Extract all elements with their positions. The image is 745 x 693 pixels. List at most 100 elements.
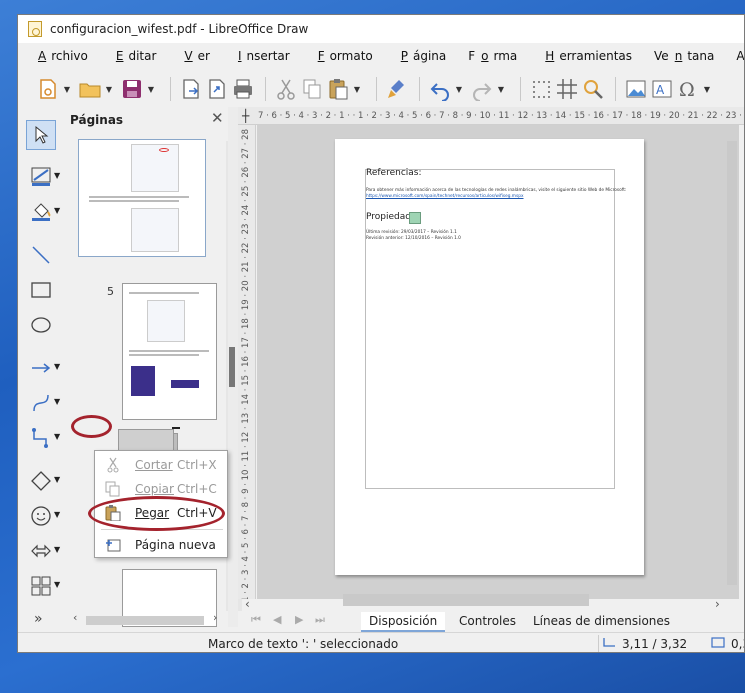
selection-status: Marco de texto ': ' seleccionado — [208, 637, 399, 651]
fill-color-dropdown-arrow[interactable]: ▼ — [54, 206, 60, 215]
next-tab-icon[interactable]: ▶ — [295, 613, 303, 626]
drawing-toolbar: ▼ ▼ ▼ ▼ ▼ ▼ ▼ ▼ ▼ » — [18, 107, 68, 637]
paste-icon[interactable] — [326, 77, 350, 101]
chevron-right-icon[interactable]: › — [213, 611, 217, 624]
connectors-dropdown-arrow[interactable]: ▼ — [54, 432, 60, 441]
close-icon[interactable]: ✕ — [211, 109, 224, 127]
menu-bar: Archivo Editar Ver Insertar Formato Pági… — [18, 45, 744, 67]
zoom-icon[interactable] — [581, 77, 605, 101]
block-arrows-dropdown-arrow[interactable]: ▼ — [54, 545, 60, 554]
basic-shapes-dropdown-arrow[interactable]: ▼ — [54, 475, 60, 484]
panel-splitter[interactable] — [228, 107, 238, 627]
undo-icon[interactable] — [428, 77, 452, 102]
special-character-icon[interactable]: Ω — [676, 77, 700, 101]
arrow-lines-dropdown-arrow[interactable]: ▼ — [54, 362, 60, 371]
scrollbar-thumb[interactable] — [343, 594, 589, 606]
save-dropdown-arrow[interactable]: ▼ — [146, 85, 156, 94]
menu-ventana[interactable]: Ve n tana — [649, 49, 720, 63]
line-tool-icon[interactable] — [26, 240, 56, 270]
helplines-icon[interactable] — [555, 77, 579, 101]
horizontal-ruler: ┼ 7 · 6 · 5 · 4 · 3 · 2 · 1 · · 1 · 2 · … — [238, 107, 745, 125]
grid-display-icon[interactable] — [529, 77, 553, 101]
menu-ver[interactable]: Ver — [173, 49, 216, 63]
object-size: 0,3 — [731, 637, 744, 651]
reference-link[interactable]: https://www.microsoft.com/spain/technet/… — [366, 194, 524, 199]
connectors-icon[interactable] — [26, 423, 56, 453]
special-character-dropdown-arrow[interactable]: ▼ — [702, 85, 712, 94]
scrollbar-thumb[interactable] — [86, 616, 204, 625]
menu-item-new-page[interactable]: Página nueva — [95, 533, 229, 557]
expand-toolbar-icon[interactable]: » — [34, 611, 43, 627]
menu-label: Copiar — [135, 482, 174, 496]
ellipse-tool-icon[interactable] — [26, 310, 56, 340]
new-page-icon — [106, 539, 121, 552]
size-icon — [711, 637, 725, 648]
menu-label: Página nueva — [135, 538, 216, 552]
new-document-icon[interactable] — [36, 77, 60, 101]
pages-horizontal-scrollbar[interactable]: ‹ › — [68, 611, 224, 627]
insert-image-icon[interactable] — [624, 77, 648, 101]
standard-toolbar: ▼ ▼ ▼ ▼ ▼ ▼ A Ω ▼ — [18, 71, 744, 107]
menu-archivo[interactable]: Archivo — [27, 49, 94, 63]
page-thumbnail-5[interactable] — [122, 283, 217, 420]
flowchart-dropdown-arrow[interactable]: ▼ — [54, 580, 60, 589]
open-folder-icon[interactable] — [78, 77, 102, 101]
curves-icon[interactable] — [26, 388, 56, 418]
flowchart-icon[interactable] — [26, 571, 56, 601]
page-thumbnail-4[interactable] — [78, 139, 206, 257]
last-tab-icon[interactable]: ⏭ — [315, 613, 325, 627]
menu-item-cut[interactable]: Cortar Ctrl+X — [95, 453, 229, 477]
window-title: configuracion_wifest.pdf - LibreOffice D… — [50, 22, 309, 36]
canvas-vertical-scrollbar[interactable] — [725, 135, 739, 591]
menu-herramientas[interactable]: Herramientas — [534, 49, 638, 63]
chevron-left-icon[interactable]: ‹ — [73, 611, 77, 624]
tab-lineas-de-dimensiones[interactable]: Líneas de dimensiones — [525, 612, 678, 630]
line-color-icon[interactable] — [26, 162, 56, 192]
menu-formato[interactable]: Formato — [307, 49, 379, 63]
export-icon[interactable] — [179, 77, 203, 101]
menu-ayuda[interactable]: Ayuda — [731, 49, 744, 63]
drawing-canvas[interactable]: Referencias: Para obtener más informació… — [257, 125, 739, 599]
scrollbar-thumb[interactable] — [727, 141, 737, 585]
basic-shapes-icon[interactable] — [26, 466, 56, 496]
splitter-grip[interactable] — [229, 347, 235, 387]
thumbnail-text-line — [89, 200, 179, 202]
copy-icon[interactable] — [300, 77, 324, 101]
selected-object-marker[interactable] — [409, 212, 421, 224]
print-icon[interactable] — [231, 77, 255, 101]
save-icon[interactable] — [120, 77, 144, 101]
menu-insertar[interactable]: Insertar — [227, 49, 296, 63]
menu-pagina[interactable]: Página — [390, 49, 453, 63]
tab-disposicion[interactable]: Disposición — [361, 612, 446, 632]
select-tool-icon[interactable] — [26, 120, 56, 150]
clone-formatting-icon[interactable] — [385, 77, 409, 101]
horizontal-ruler-scale: 7 · 6 · 5 · 4 · 3 · 2 · 1 · · 1 · 2 · 3 … — [258, 111, 745, 121]
cursor-position: 3,11 / 3,32 — [622, 637, 688, 651]
new-dropdown-arrow[interactable]: ▼ — [62, 85, 72, 94]
menu-forma[interactable]: Fo rma — [463, 49, 523, 63]
drag-cursor-marker — [172, 427, 180, 429]
text-frame[interactable]: Referencias: Para obtener más informació… — [365, 168, 626, 489]
redo-dropdown-arrow[interactable]: ▼ — [496, 85, 506, 94]
block-arrows-icon[interactable] — [26, 536, 56, 566]
prev-tab-icon[interactable]: ◀ — [273, 613, 281, 626]
line-color-dropdown-arrow[interactable]: ▼ — [54, 171, 60, 180]
symbol-shapes-icon[interactable] — [26, 501, 56, 531]
undo-dropdown-arrow[interactable]: ▼ — [454, 85, 464, 94]
cut-icon[interactable] — [274, 77, 298, 101]
menu-editar[interactable]: Editar — [105, 49, 163, 63]
insert-textbox-icon[interactable]: A — [650, 77, 674, 101]
arrow-lines-icon[interactable] — [26, 353, 56, 383]
rectangle-tool-icon[interactable] — [26, 275, 56, 305]
tab-controles[interactable]: Controles — [451, 612, 524, 630]
first-tab-icon[interactable]: ⏮ — [251, 613, 261, 627]
curves-dropdown-arrow[interactable]: ▼ — [54, 397, 60, 406]
open-dropdown-arrow[interactable]: ▼ — [104, 85, 114, 94]
export-pdf-icon[interactable] — [205, 77, 229, 101]
annotation-oval-drop-position — [71, 415, 112, 438]
toolbar-separator — [615, 77, 616, 101]
paste-dropdown-arrow[interactable]: ▼ — [352, 85, 362, 94]
redo-icon[interactable] — [470, 77, 494, 102]
symbol-shapes-dropdown-arrow[interactable]: ▼ — [54, 510, 60, 519]
fill-color-icon[interactable] — [26, 197, 56, 227]
